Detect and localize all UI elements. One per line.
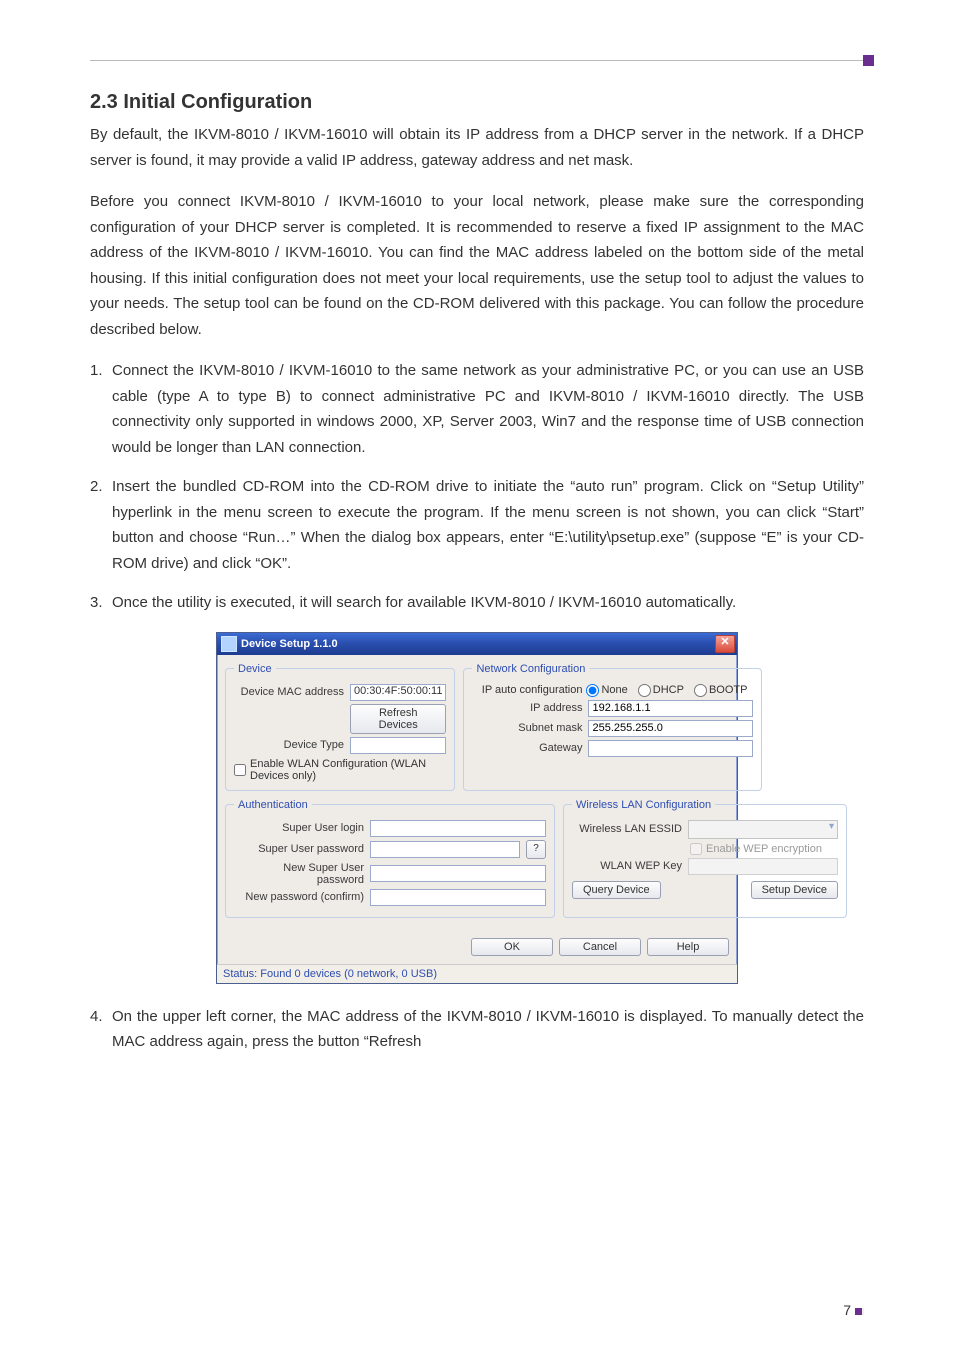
paragraph-2: Before you connect IKVM-8010 / IKVM-1601… (90, 189, 864, 342)
ip-autoconf-label: IP auto configuration (472, 684, 582, 696)
wlan-legend: Wireless LAN Configuration (572, 799, 715, 811)
cancel-button[interactable]: Cancel (559, 938, 641, 956)
device-setup-window: Device Setup 1.1.0 ✕ Device Device MAC a… (216, 632, 738, 984)
super-login-label: Super User login (234, 822, 364, 834)
auth-legend: Authentication (234, 799, 312, 811)
device-legend: Device (234, 663, 276, 675)
mac-address-label: Device MAC address (234, 686, 344, 698)
wep-key-label: WLAN WEP Key (572, 860, 682, 872)
super-login-input[interactable] (370, 820, 546, 837)
step-4: On the upper left corner, the MAC addres… (90, 1004, 864, 1055)
step-1: Connect the IKVM-8010 / IKVM-16010 to th… (90, 358, 864, 460)
device-type-value (350, 737, 446, 754)
essid-select (688, 820, 838, 839)
ip-address-label: IP address (472, 702, 582, 714)
subnet-mask-label: Subnet mask (472, 722, 582, 734)
refresh-devices-button[interactable]: Refresh Devices (350, 704, 446, 734)
radio-none[interactable] (586, 684, 599, 697)
section-heading: 2.3 Initial Configuration (90, 91, 864, 114)
device-type-label: Device Type (234, 739, 344, 751)
password-reveal-button[interactable]: ? (526, 840, 546, 859)
gateway-label: Gateway (472, 742, 582, 754)
dialog-button-row: OK Cancel Help (217, 934, 737, 964)
window-title: Device Setup 1.1.0 (241, 638, 715, 650)
step-2: Insert the bundled CD-ROM into the CD-RO… (90, 474, 864, 576)
wep-enable-checkbox (690, 843, 702, 855)
paragraph-1: By default, the IKVM-8010 / IKVM-16010 w… (90, 122, 864, 173)
new-password-input[interactable] (370, 865, 546, 882)
device-group: Device Device MAC address 00:30:4F:50:00… (225, 663, 455, 791)
wep-enable-label: Enable WEP encryption (706, 843, 822, 855)
header-rule (90, 60, 864, 61)
titlebar: Device Setup 1.1.0 ✕ (217, 633, 737, 655)
ip-address-input[interactable] (588, 700, 753, 717)
network-legend: Network Configuration (472, 663, 589, 675)
setup-device-button[interactable]: Setup Device (751, 881, 838, 899)
radio-dhcp[interactable] (638, 684, 651, 697)
ok-button[interactable]: OK (471, 938, 553, 956)
gateway-input[interactable] (588, 740, 753, 757)
procedure-list: Connect the IKVM-8010 / IKVM-16010 to th… (90, 358, 864, 616)
radio-bootp[interactable] (694, 684, 707, 697)
essid-label: Wireless LAN ESSID (572, 823, 682, 835)
new-password-label: New Super User password (234, 862, 364, 886)
mac-address-value[interactable]: 00:30:4F:50:00:11 (350, 684, 446, 701)
status-bar: Status: Found 0 devices (0 network, 0 US… (217, 964, 737, 983)
network-group: Network Configuration IP auto configurat… (463, 663, 762, 791)
enable-wlan-checkbox[interactable] (234, 764, 246, 776)
wlan-group: Wireless LAN Configuration Wireless LAN … (563, 799, 847, 918)
confirm-password-label: New password (confirm) (234, 891, 364, 903)
enable-wlan-label: Enable WLAN Configuration (WLAN Devices … (250, 758, 446, 782)
page-number: 7 (843, 1302, 864, 1318)
subnet-mask-input[interactable] (588, 720, 753, 737)
auth-group: Authentication Super User login Super Us… (225, 799, 555, 918)
procedure-list-cont: On the upper left corner, the MAC addres… (90, 1004, 864, 1055)
confirm-password-input[interactable] (370, 889, 546, 906)
super-password-input[interactable] (370, 841, 520, 858)
help-button[interactable]: Help (647, 938, 729, 956)
super-password-label: Super User password (234, 843, 364, 855)
wep-key-input (688, 858, 838, 875)
step-3: Once the utility is executed, it will se… (90, 590, 864, 616)
close-icon[interactable]: ✕ (715, 635, 735, 653)
page-marker-icon (855, 1308, 864, 1315)
query-device-button[interactable]: Query Device (572, 881, 661, 899)
app-icon (221, 636, 237, 652)
